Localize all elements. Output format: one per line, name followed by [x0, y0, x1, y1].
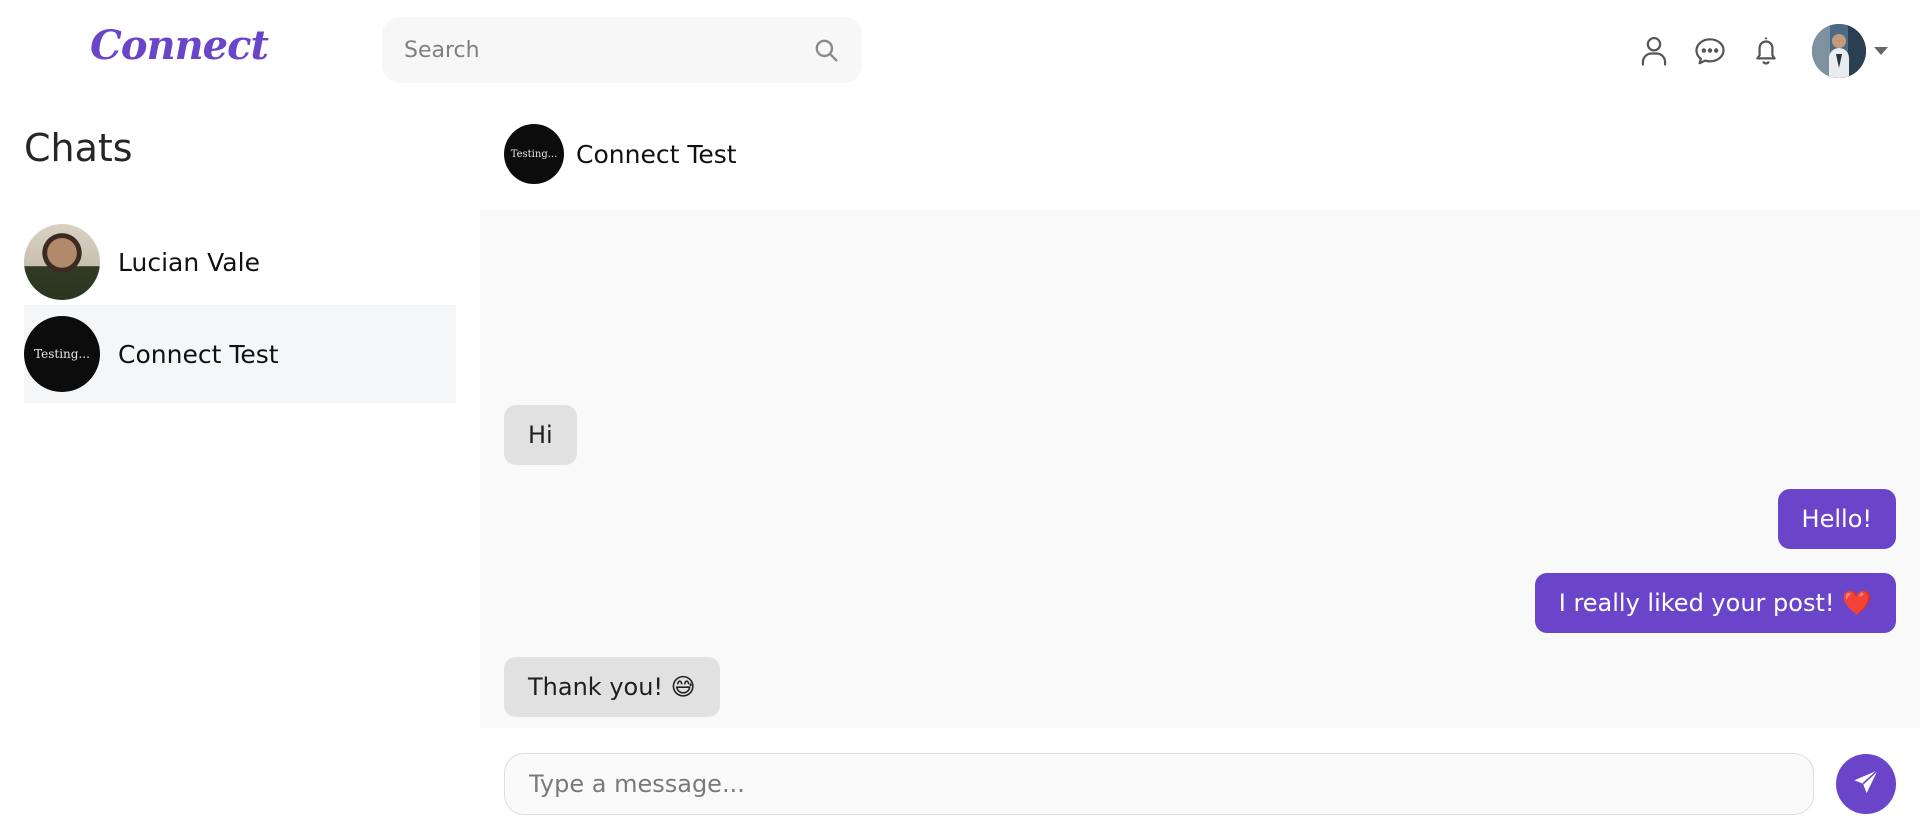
top-navbar: Connect [0, 0, 1920, 98]
profile-icon[interactable] [1636, 33, 1672, 69]
user-avatar[interactable] [1812, 24, 1866, 78]
avatar-text: Testing... [34, 347, 90, 361]
message-list[interactable]: Hi Hello! I really liked your post! ❤️ T… [480, 210, 1920, 728]
search-bar [382, 17, 862, 83]
search-input[interactable] [404, 37, 812, 63]
chat-item-connect-test[interactable]: Testing... Connect Test [24, 305, 456, 403]
chat-panel: Testing... Connect Test Hi Hello! I real… [480, 98, 1920, 839]
message-bubble-incoming: Hi [504, 405, 577, 465]
chats-sidebar: Chats Lucian Vale Testing... Connect Tes… [0, 98, 480, 839]
chat-icon[interactable] [1692, 33, 1728, 69]
avatar: Testing... [24, 316, 100, 392]
search-icon[interactable] [812, 36, 840, 64]
message-composer [504, 753, 1814, 815]
chat-item-lucian-vale[interactable]: Lucian Vale [24, 213, 456, 311]
message-input[interactable] [529, 770, 1789, 798]
nav-icons [1636, 23, 1920, 79]
avatar-text: Testing... [510, 148, 558, 160]
chat-item-name: Lucian Vale [118, 247, 260, 277]
message-bubble-outgoing: I really liked your post! ❤️ [1534, 573, 1896, 633]
chat-header: Testing... Connect Test [504, 124, 737, 184]
logo[interactable]: Connect [90, 22, 269, 69]
message-bubble-outgoing: Hello! [1777, 489, 1896, 549]
bell-icon[interactable] [1748, 33, 1784, 69]
sidebar-title: Chats [24, 126, 133, 170]
avatar [24, 224, 100, 300]
caret-down-icon[interactable] [1870, 46, 1892, 56]
chat-title: Connect Test [576, 139, 737, 169]
chat-item-name: Connect Test [118, 339, 279, 369]
message-bubble-incoming: Thank you! 😅 [504, 657, 720, 717]
send-button[interactable] [1836, 754, 1896, 814]
send-icon [1852, 768, 1880, 800]
avatar: Testing... [504, 124, 564, 184]
